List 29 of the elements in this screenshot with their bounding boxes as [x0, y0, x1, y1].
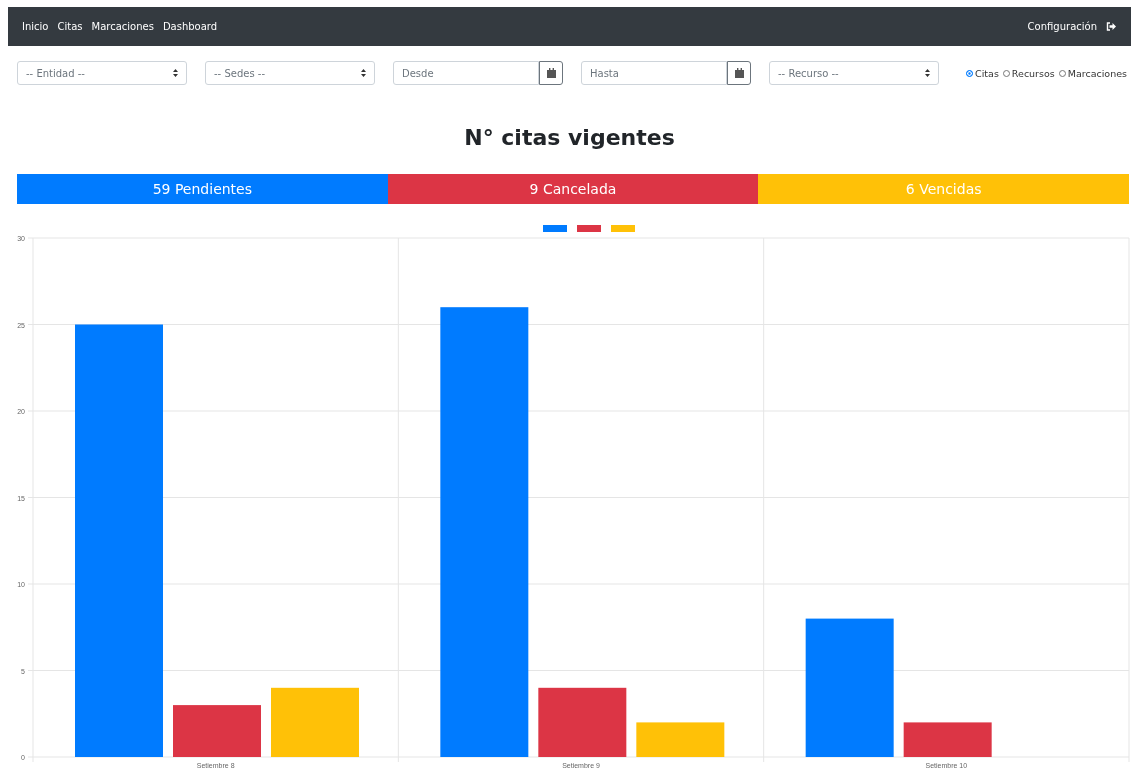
calendar-button[interactable]: [539, 61, 563, 85]
logout-icon[interactable]: [1106, 22, 1116, 31]
radio-label: Marcaciones: [1067, 67, 1127, 79]
calendar-icon: [546, 68, 556, 78]
status-count-bar: 9 Cancelada: [387, 174, 759, 204]
calendar-button[interactable]: [727, 61, 751, 85]
dropdown-select[interactable]: -- Recurso --: [769, 61, 939, 85]
legend-swatch[interactable]: [577, 225, 601, 232]
calendar-icon: [734, 68, 744, 78]
dropdown-select[interactable]: -- Sedes --: [205, 61, 375, 85]
legend-swatch[interactable]: [611, 225, 635, 232]
nav-link[interactable]: Inicio: [22, 21, 49, 32]
nav-link[interactable]: Dashboard: [162, 21, 218, 32]
radio-label: Citas: [975, 67, 999, 79]
radio-button[interactable]: [966, 69, 974, 77]
page-title: N° citas vigentes: [464, 125, 675, 150]
legend-swatch[interactable]: [543, 225, 567, 232]
radio-label: Recursos: [1011, 67, 1055, 79]
settings-link[interactable]: Configuración: [1027, 21, 1097, 32]
date-input[interactable]: Hasta: [581, 61, 727, 85]
status-count-bar: 59 Pendientes: [17, 174, 388, 204]
sort-caret-icon: [173, 69, 178, 77]
sort-caret-icon: [361, 69, 366, 77]
sort-caret-icon: [925, 69, 930, 77]
dropdown-select[interactable]: -- Entidad --: [17, 61, 187, 85]
nav-link[interactable]: Citas: [57, 21, 83, 32]
nav-link[interactable]: Marcaciones: [91, 21, 154, 32]
date-input[interactable]: Desde: [393, 61, 539, 85]
status-count-bar: 6 Vencidas: [758, 174, 1129, 204]
